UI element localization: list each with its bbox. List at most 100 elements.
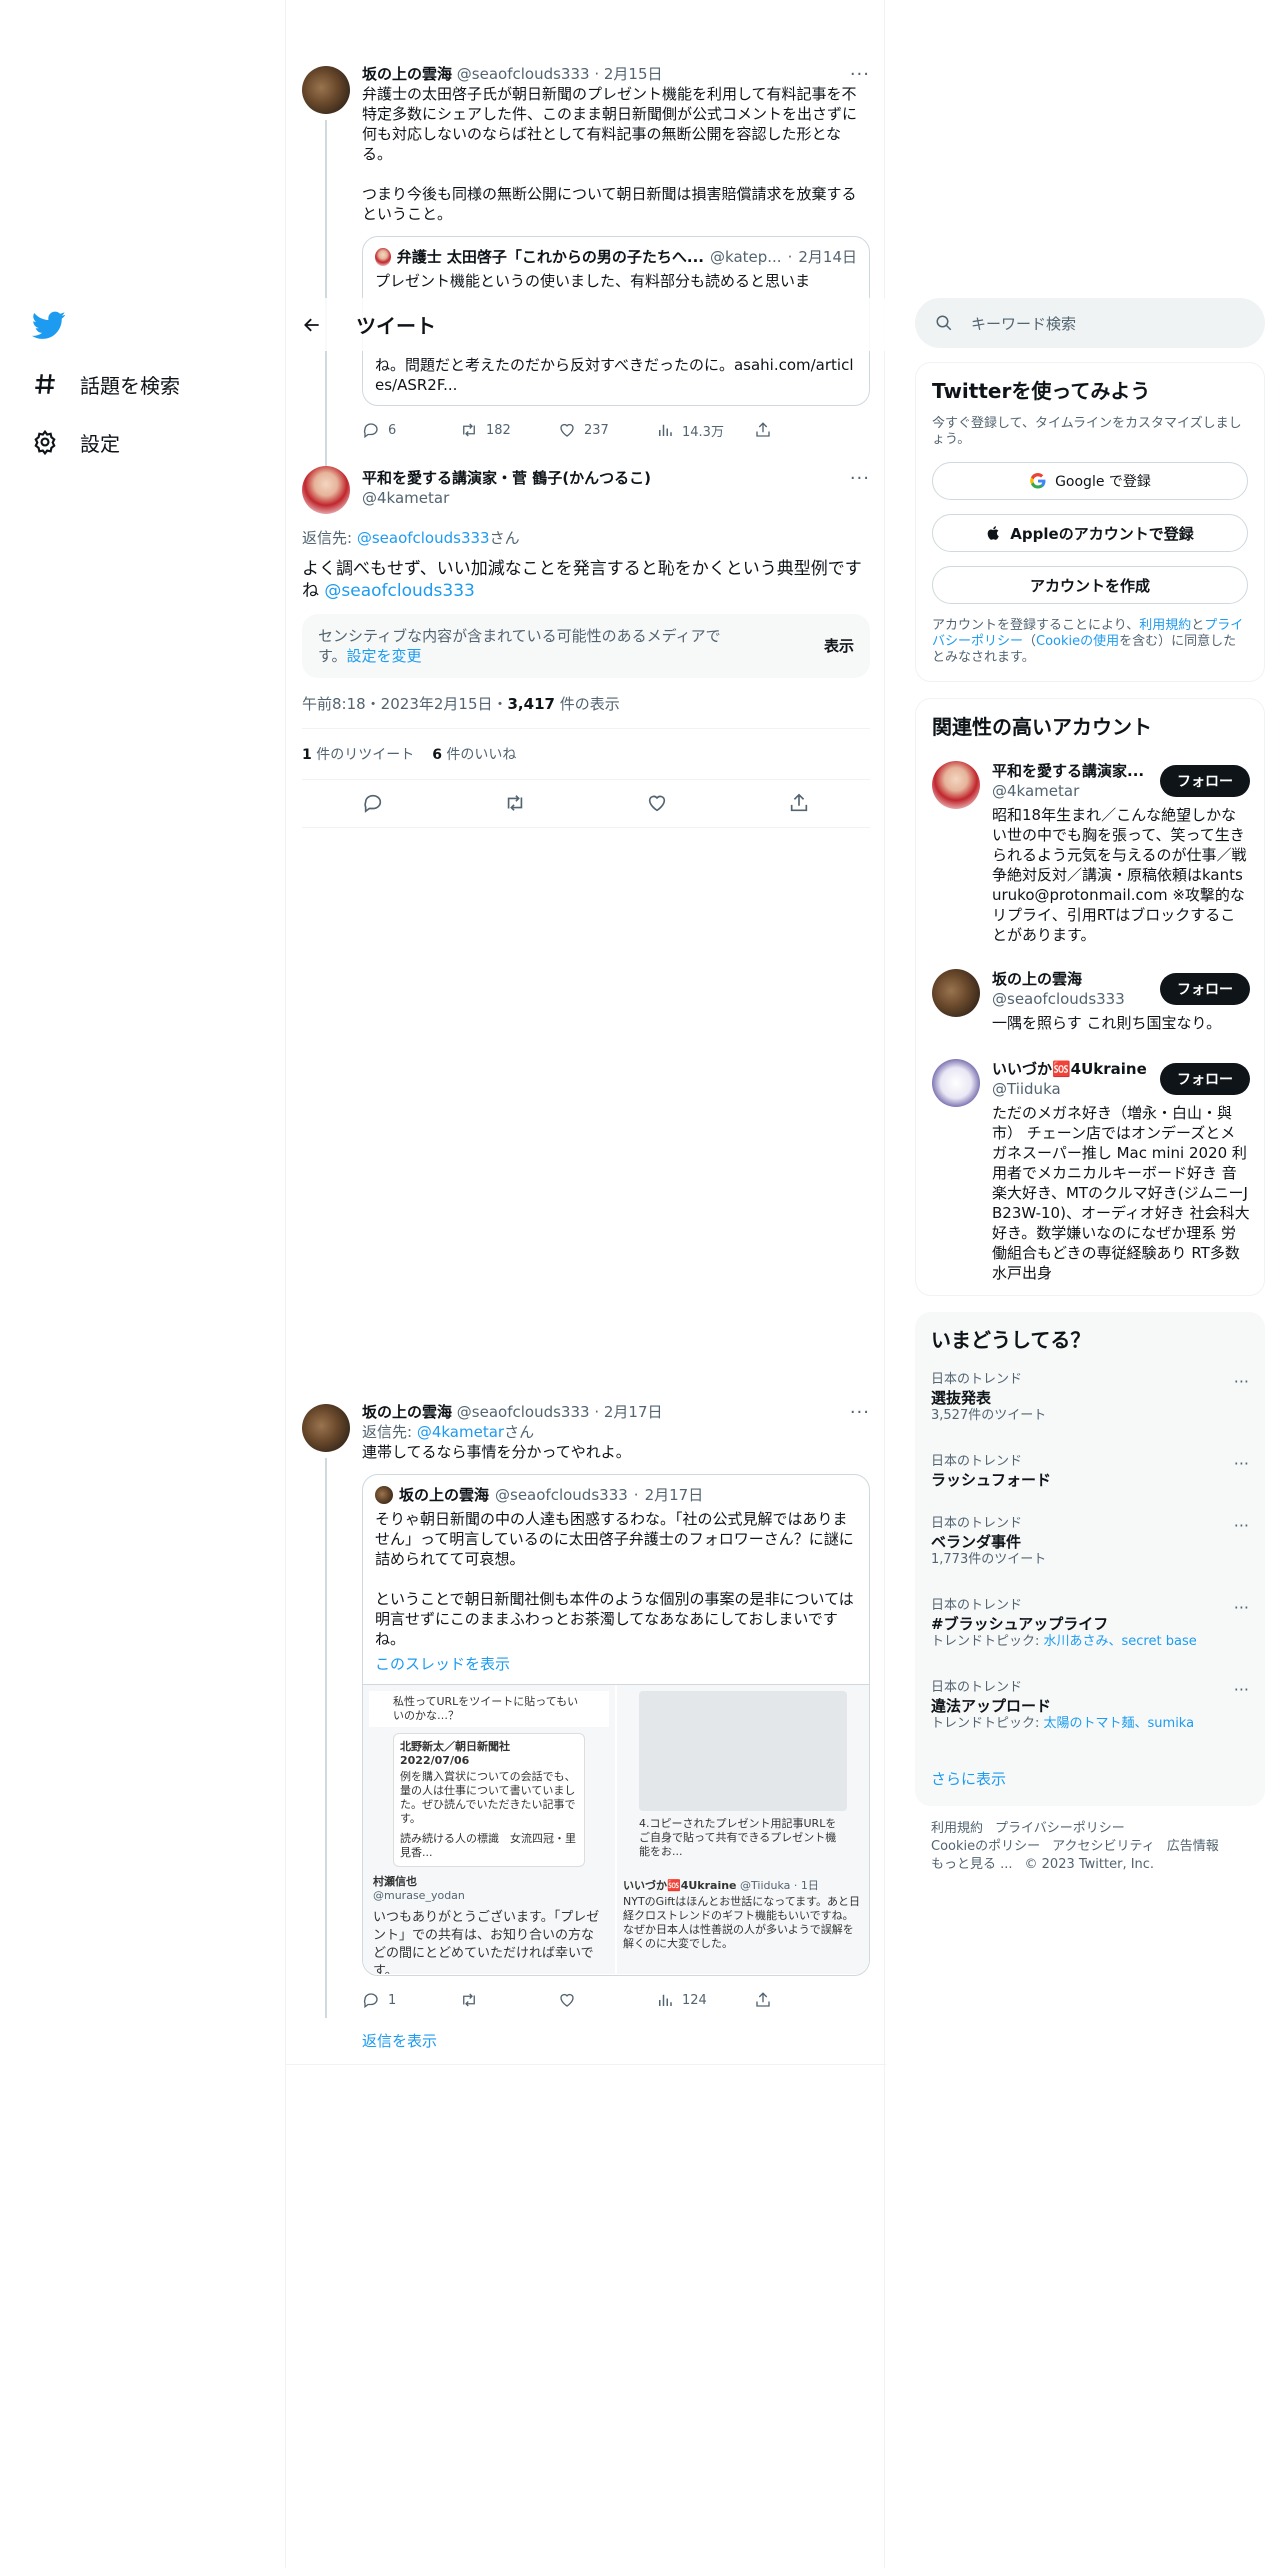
author-name[interactable]: 坂の上の雲海 xyxy=(362,65,452,83)
retweet-icon[interactable] xyxy=(504,792,526,814)
author-handle[interactable]: @4kametar xyxy=(362,488,651,508)
back-arrow-icon[interactable] xyxy=(302,315,322,335)
right-sidebar: キーワード検索 Twitterを使ってみよう 今すぐ登録して、タイムラインをカス… xyxy=(915,0,1265,2568)
more-icon[interactable]: ··· xyxy=(1234,1598,1249,1617)
related-account[interactable]: フォロー 坂の上の雲海 @seaofclouds333 一隅を照らす これ則ち国… xyxy=(916,965,1266,1035)
reply-tweet[interactable]: ··· 坂の上の雲海 @seaofclouds333 · 2月17日 返信先: … xyxy=(286,1400,886,2065)
views-count: 124 xyxy=(682,1992,707,2008)
media-image-right[interactable]: 4.コピーされたプレゼント用記事URLをご自身で貼って共有できるプレゼント機能を… xyxy=(617,1685,869,1974)
footer-more[interactable]: もっと見る ... xyxy=(931,1857,1013,1872)
more-icon[interactable]: ··· xyxy=(1234,1516,1249,1535)
more-icon[interactable]: ··· xyxy=(1234,1372,1249,1391)
quote-avatar xyxy=(375,1486,393,1504)
reply-count: 6 xyxy=(388,422,397,438)
avatar[interactable] xyxy=(302,66,350,114)
nav-explore[interactable]: 話題を検索 xyxy=(32,364,180,404)
footer-terms[interactable]: 利用規約 xyxy=(931,1821,983,1836)
views-button[interactable]: 14.3万 xyxy=(656,421,754,440)
related-account[interactable]: フォロー 平和を愛する講演家... @4kametar 昭和18年生まれ／こんな… xyxy=(916,755,1266,945)
author-handle[interactable]: @seaofclouds333 xyxy=(457,65,590,83)
show-thread-link[interactable]: このスレッドを表示 xyxy=(375,1653,857,1674)
trend-item[interactable]: 日本のトレンド 違法アップロード トレンドトピック: 太陽のトマト麺、sumik… xyxy=(931,1680,1249,1732)
author-name[interactable]: 坂の上の雲海 xyxy=(362,1403,452,1421)
quote-date: 2月17日 xyxy=(644,1486,704,1504)
terms-link[interactable]: 利用規約 xyxy=(1139,618,1191,633)
footer-ads[interactable]: 広告情報 xyxy=(1167,1839,1219,1854)
retweet-count: 182 xyxy=(486,422,511,438)
show-more-link[interactable]: さらに表示 xyxy=(931,1768,1006,1789)
follow-button[interactable]: フォロー xyxy=(1160,765,1250,797)
quote-tweet[interactable]: 坂の上の雲海 @seaofclouds333 · 2月17日 そりゃ朝日新聞の中… xyxy=(362,1474,870,1976)
thread-line xyxy=(325,1458,327,2018)
google-signup-button[interactable]: Google で登録 xyxy=(932,462,1248,500)
cookie-link[interactable]: Cookieの使用 xyxy=(1036,634,1119,649)
trend-item[interactable]: 日本のトレンド 選抜発表 3,527件のツイート ··· xyxy=(931,1372,1249,1424)
author-handle[interactable]: @seaofclouds333 xyxy=(457,1403,590,1421)
follow-button[interactable]: フォロー xyxy=(1160,1063,1250,1095)
like-button[interactable]: 237 xyxy=(558,421,656,439)
tweet-date[interactable]: 2月17日 xyxy=(604,1403,663,1421)
reply-icon[interactable] xyxy=(362,792,384,814)
signup-terms: アカウントを登録することにより、利用規約とプライバシーポリシー（Cookieの使… xyxy=(932,618,1244,665)
reply-button[interactable]: 6 xyxy=(362,421,460,439)
avatar[interactable] xyxy=(302,1404,350,1452)
trend-name: 違法アップロード xyxy=(931,1697,1052,1715)
nav-settings[interactable]: 設定 xyxy=(32,422,120,462)
share-button[interactable] xyxy=(754,421,794,439)
create-account-button[interactable]: アカウントを作成 xyxy=(932,566,1248,604)
reply-button[interactable]: 1 xyxy=(362,1991,460,2009)
more-icon[interactable]: ··· xyxy=(1234,1680,1249,1699)
account-handle: @4kametar xyxy=(992,782,1080,800)
reply-to-link[interactable]: @seaofclouds333 xyxy=(357,529,490,547)
author-name[interactable]: 平和を愛する講演家・菅 鶴子(かんつるこ) xyxy=(362,468,651,488)
retweet-icon xyxy=(463,1993,475,2007)
avatar[interactable] xyxy=(302,466,350,514)
follow-button[interactable]: フォロー xyxy=(1160,973,1250,1005)
context-tweet[interactable]: ··· 坂の上の雲海 @seaofclouds333 · 2月15日 弁護士の太… xyxy=(286,62,886,480)
avatar[interactable] xyxy=(932,969,980,1017)
retweets-stat[interactable]: 1 件のリツイート xyxy=(302,745,414,765)
heart-icon[interactable] xyxy=(646,792,668,814)
reply-context: 返信先: @seaofclouds333さん xyxy=(302,529,520,547)
reply-count: 1 xyxy=(388,1992,397,2008)
twitter-logo-icon[interactable] xyxy=(32,308,66,342)
trend-item[interactable]: 日本のトレンド #ブラッシュアップライフ トレンドトピック: 水川あさみ、sec… xyxy=(931,1598,1249,1650)
retweet-button[interactable]: 182 xyxy=(460,421,558,439)
footer-privacy[interactable]: プライバシーポリシー xyxy=(995,1821,1125,1836)
media-image-left[interactable]: 私性ってURLをツイートに貼ってもいいのかな…？ 北野新太／朝日新聞社 2022… xyxy=(363,1685,615,1974)
quote-author-name: 坂の上の雲海 xyxy=(399,1486,490,1504)
account-name[interactable]: 坂の上の雲海 xyxy=(992,969,1150,989)
signup-panel: Twitterを使ってみよう 今すぐ登録して、タイムラインをカスタマイズしましょ… xyxy=(915,362,1265,682)
apple-signup-button[interactable]: Appleのアカウントで登録 xyxy=(932,514,1248,552)
account-handle: @seaofclouds333 xyxy=(992,990,1125,1008)
like-button[interactable] xyxy=(558,1991,656,2009)
more-icon[interactable]: ··· xyxy=(1234,1454,1249,1473)
share-icon[interactable] xyxy=(788,792,810,814)
tweet-timestamp: 午前8:18・2023年2月15日・3,417 件の表示 xyxy=(302,695,620,713)
change-settings-link[interactable]: 設定を変更 xyxy=(347,647,422,665)
mention-link[interactable]: @seaofclouds333 xyxy=(324,581,474,601)
trend-item[interactable]: 日本のトレンド ベランダ事件 1,773件のツイート ··· xyxy=(931,1516,1249,1568)
footer-cookie[interactable]: Cookieのポリシー xyxy=(931,1839,1040,1854)
likes-stat[interactable]: 6 件のいいね xyxy=(432,745,516,765)
retweet-button[interactable] xyxy=(460,1991,558,2009)
show-replies-link[interactable]: 返信を表示 xyxy=(362,2030,870,2051)
views-button[interactable]: 124 xyxy=(656,1991,754,2009)
reply-to-link[interactable]: @4kametar xyxy=(417,1423,504,1441)
related-account[interactable]: フォロー いいづか🆘4Ukraine @Tiiduka ただのメガネ好き（増永・… xyxy=(916,1055,1266,1285)
avatar[interactable] xyxy=(932,1059,980,1107)
related-accounts-panel: 関連性の高いアカウント フォロー 平和を愛する講演家... @4kametar … xyxy=(915,698,1265,1296)
engagement-stats: 1 件のリツイート 6 件のいいね xyxy=(302,728,870,780)
account-name[interactable]: 平和を愛する講演家... xyxy=(992,761,1150,781)
tweet-date[interactable]: 2月15日 xyxy=(604,65,663,83)
avatar[interactable] xyxy=(932,761,980,809)
account-name[interactable]: いいづか🆘4Ukraine xyxy=(992,1059,1150,1079)
show-media-button[interactable]: 表示 xyxy=(824,636,854,656)
search-input[interactable]: キーワード検索 xyxy=(915,298,1265,348)
more-icon[interactable]: ··· xyxy=(850,468,870,489)
footer-accessibility[interactable]: アクセシビリティ xyxy=(1052,1839,1155,1854)
trend-item[interactable]: 日本のトレンド ラッシュフォード ··· xyxy=(931,1454,1249,1490)
account-bio: 昭和18年生まれ／こんな絶望しかない世の中でも胸を張って、笑って生きられるよう元… xyxy=(992,806,1247,944)
quote-text-top: プレゼント機能というの使いました、有料部分も読めると思いま xyxy=(375,272,811,290)
share-button[interactable] xyxy=(754,1991,794,2009)
